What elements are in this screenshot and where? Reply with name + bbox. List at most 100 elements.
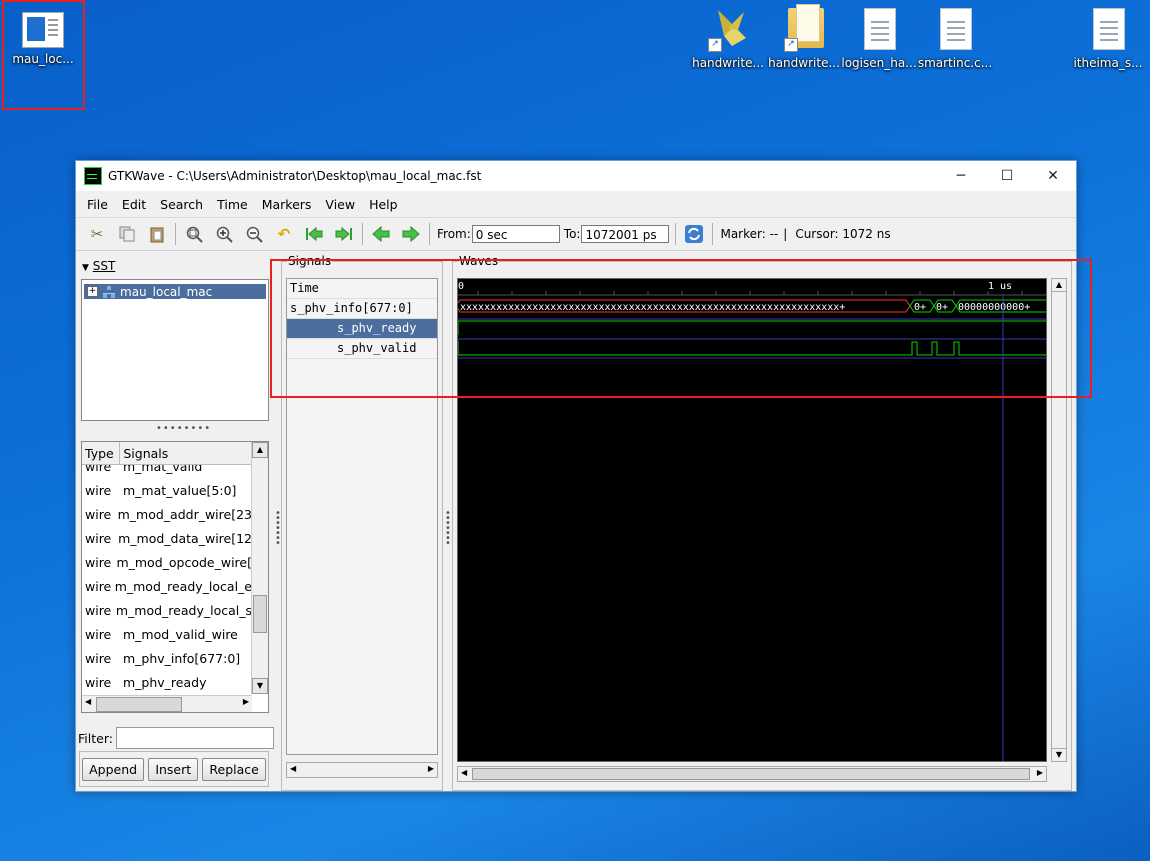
gtkwave-window: GTKWave - C:\Users\Administrator\Desktop… xyxy=(75,160,1077,792)
menu-view[interactable]: View xyxy=(318,197,362,212)
scrollbar-thumb[interactable] xyxy=(472,768,1030,780)
scrollbar-thumb[interactable] xyxy=(96,697,182,712)
title-bar[interactable]: GTKWave - C:\Users\Administrator\Desktop… xyxy=(76,161,1076,191)
desktop-icon-handwrite-folder[interactable]: ↗ handwrite... xyxy=(766,4,842,70)
signal-rows: wire m_mat_valid wire m_mat_value[5:0] wir… xyxy=(82,454,252,694)
list-item[interactable]: wire m_phv_ready xyxy=(82,670,252,694)
signal-name: m_phv_ready xyxy=(123,674,207,690)
status-divider: | xyxy=(783,227,788,241)
undo-zoom-icon[interactable]: ↶ xyxy=(273,223,295,245)
signal-name: m_mod_data_wire[12 xyxy=(118,530,252,546)
pane-resize-grip[interactable]: •••••••• xyxy=(156,423,211,434)
module-hierarchy-icon xyxy=(102,285,116,298)
zoom-out-icon[interactable] xyxy=(243,223,265,245)
menu-search[interactable]: Search xyxy=(153,197,210,212)
reload-icon[interactable] xyxy=(683,223,705,245)
signals-horizontal-scrollbar[interactable]: ◀ ▶ xyxy=(286,762,438,778)
close-button[interactable]: ✕ xyxy=(1030,161,1076,191)
signal-list-horizontal-scrollbar[interactable]: ◀ ▶ xyxy=(82,695,252,712)
from-label: From: xyxy=(437,227,471,241)
sst-tree[interactable]: + mau_local_mac xyxy=(81,279,269,421)
signal-list-header-overlay: Type Signals xyxy=(82,442,252,465)
menu-file[interactable]: File xyxy=(80,197,115,212)
menu-markers[interactable]: Markers xyxy=(255,197,319,212)
replace-button[interactable]: Replace xyxy=(202,757,266,781)
text-file-icon xyxy=(859,8,899,52)
signal-type: wire xyxy=(85,506,112,522)
desktop-icon-label: handwrite... xyxy=(692,56,764,70)
signal-name: m_mod_valid_wire xyxy=(123,626,238,642)
find-next-edge-icon[interactable] xyxy=(400,223,422,245)
toolbar-separator xyxy=(175,223,176,245)
signal-list: Type Signals wirem_mat_valid wirem_mat_v… xyxy=(81,441,269,713)
folder-shortcut-icon: ↗ xyxy=(784,4,824,52)
scroll-right-icon[interactable]: ▶ xyxy=(243,697,249,706)
find-previous-edge-icon[interactable] xyxy=(370,223,392,245)
scroll-down-icon[interactable]: ▼ xyxy=(252,678,268,694)
scroll-right-icon[interactable]: ▶ xyxy=(428,764,434,773)
minimize-button[interactable]: ─ xyxy=(938,161,984,191)
signal-name: m_mod_addr_wire[23 xyxy=(117,506,252,522)
toolbar-separator xyxy=(712,223,714,245)
list-item[interactable]: wire m_mod_addr_wire[23 xyxy=(82,502,252,526)
desktop-icon-label: handwrite... xyxy=(768,56,840,70)
scroll-up-icon[interactable]: ▲ xyxy=(252,442,268,458)
to-label: To: xyxy=(563,227,581,241)
toolbar-separator xyxy=(429,223,430,245)
marker-readout: Marker: -- xyxy=(720,227,779,241)
zoom-fit-icon[interactable] xyxy=(183,223,205,245)
gtkwave-app-icon xyxy=(84,167,102,185)
paste-icon[interactable] xyxy=(146,223,168,245)
menu-time[interactable]: Time xyxy=(210,197,255,212)
sst-header[interactable]: ▼ SST xyxy=(82,259,115,273)
tree-item-label: mau_local_mac xyxy=(120,284,213,299)
scroll-left-icon[interactable]: ◀ xyxy=(85,697,91,706)
from-time-input[interactable]: 0 sec xyxy=(471,225,560,243)
list-item[interactable]: wire m_mod_ready_local_e xyxy=(82,574,252,598)
toolbar: ✂ ↶ From: 0 sec To: 1072001 ps Marker: -… xyxy=(76,218,1076,251)
list-item[interactable]: wire m_mod_opcode_wire[ xyxy=(82,550,252,574)
list-item[interactable]: wire m_mod_ready_local_s xyxy=(82,598,252,622)
menu-edit[interactable]: Edit xyxy=(115,197,153,212)
sst-pane: ▼ SST + mau_local_mac •••••••• Type Sign… xyxy=(76,251,274,791)
tree-item-mau-local-mac[interactable]: + mau_local_mac xyxy=(84,284,266,299)
pane-resize-grip[interactable]: • • • • • • • xyxy=(445,509,451,549)
expand-icon[interactable]: + xyxy=(87,286,98,297)
sst-title: SST xyxy=(92,259,116,273)
scroll-left-icon[interactable]: ◀ xyxy=(461,768,467,777)
signal-type: wire xyxy=(85,626,112,642)
filter-row: Filter: xyxy=(78,727,274,749)
zoom-to-end-icon[interactable] xyxy=(333,223,355,245)
signal-action-buttons: Append Insert Replace xyxy=(79,751,269,787)
zoom-to-start-icon[interactable] xyxy=(303,223,325,245)
scrollbar-thumb[interactable] xyxy=(253,595,267,633)
maximize-button[interactable]: ☐ xyxy=(984,161,1030,191)
zoom-in-icon[interactable] xyxy=(213,223,235,245)
highlight-box-waveform xyxy=(270,259,1092,398)
column-header-type[interactable]: Type xyxy=(82,442,121,464)
desktop-icon-logisen[interactable]: logisen_ha... xyxy=(841,8,917,70)
scroll-left-icon[interactable]: ◀ xyxy=(290,764,296,773)
filter-label: Filter: xyxy=(78,730,113,746)
list-item[interactable]: wire m_mat_value[5:0] xyxy=(82,478,252,502)
scroll-right-icon[interactable]: ▶ xyxy=(1037,768,1043,777)
waves-horizontal-scrollbar[interactable]: ◀ ▶ xyxy=(457,766,1047,782)
toolbar-separator xyxy=(362,223,363,245)
to-time-input[interactable]: 1072001 ps xyxy=(581,225,670,243)
list-item[interactable]: wire m_mod_data_wire[12 xyxy=(82,526,252,550)
signal-type: wire xyxy=(85,554,112,570)
filter-input[interactable] xyxy=(115,727,274,749)
column-header-signals[interactable]: Signals xyxy=(120,442,252,464)
list-item[interactable]: wire m_phv_info[677:0] xyxy=(82,646,252,670)
desktop-icon-smartinc[interactable]: smartinc.c... xyxy=(917,8,993,70)
copy-icon[interactable] xyxy=(116,223,138,245)
insert-button[interactable]: Insert xyxy=(148,757,199,781)
scroll-down-icon[interactable]: ▼ xyxy=(1052,748,1066,761)
list-item[interactable]: wire m_mod_valid_wire xyxy=(82,622,252,646)
append-button[interactable]: Append xyxy=(82,757,145,781)
signal-list-vertical-scrollbar[interactable]: ▲ ▼ xyxy=(251,442,268,694)
cut-icon[interactable]: ✂ xyxy=(86,223,108,245)
desktop-icon-handwrite-app[interactable]: ↗ handwrite... xyxy=(690,8,766,70)
desktop-icon-itheima[interactable]: itheima_s... xyxy=(1070,8,1146,70)
menu-help[interactable]: Help xyxy=(362,197,405,212)
